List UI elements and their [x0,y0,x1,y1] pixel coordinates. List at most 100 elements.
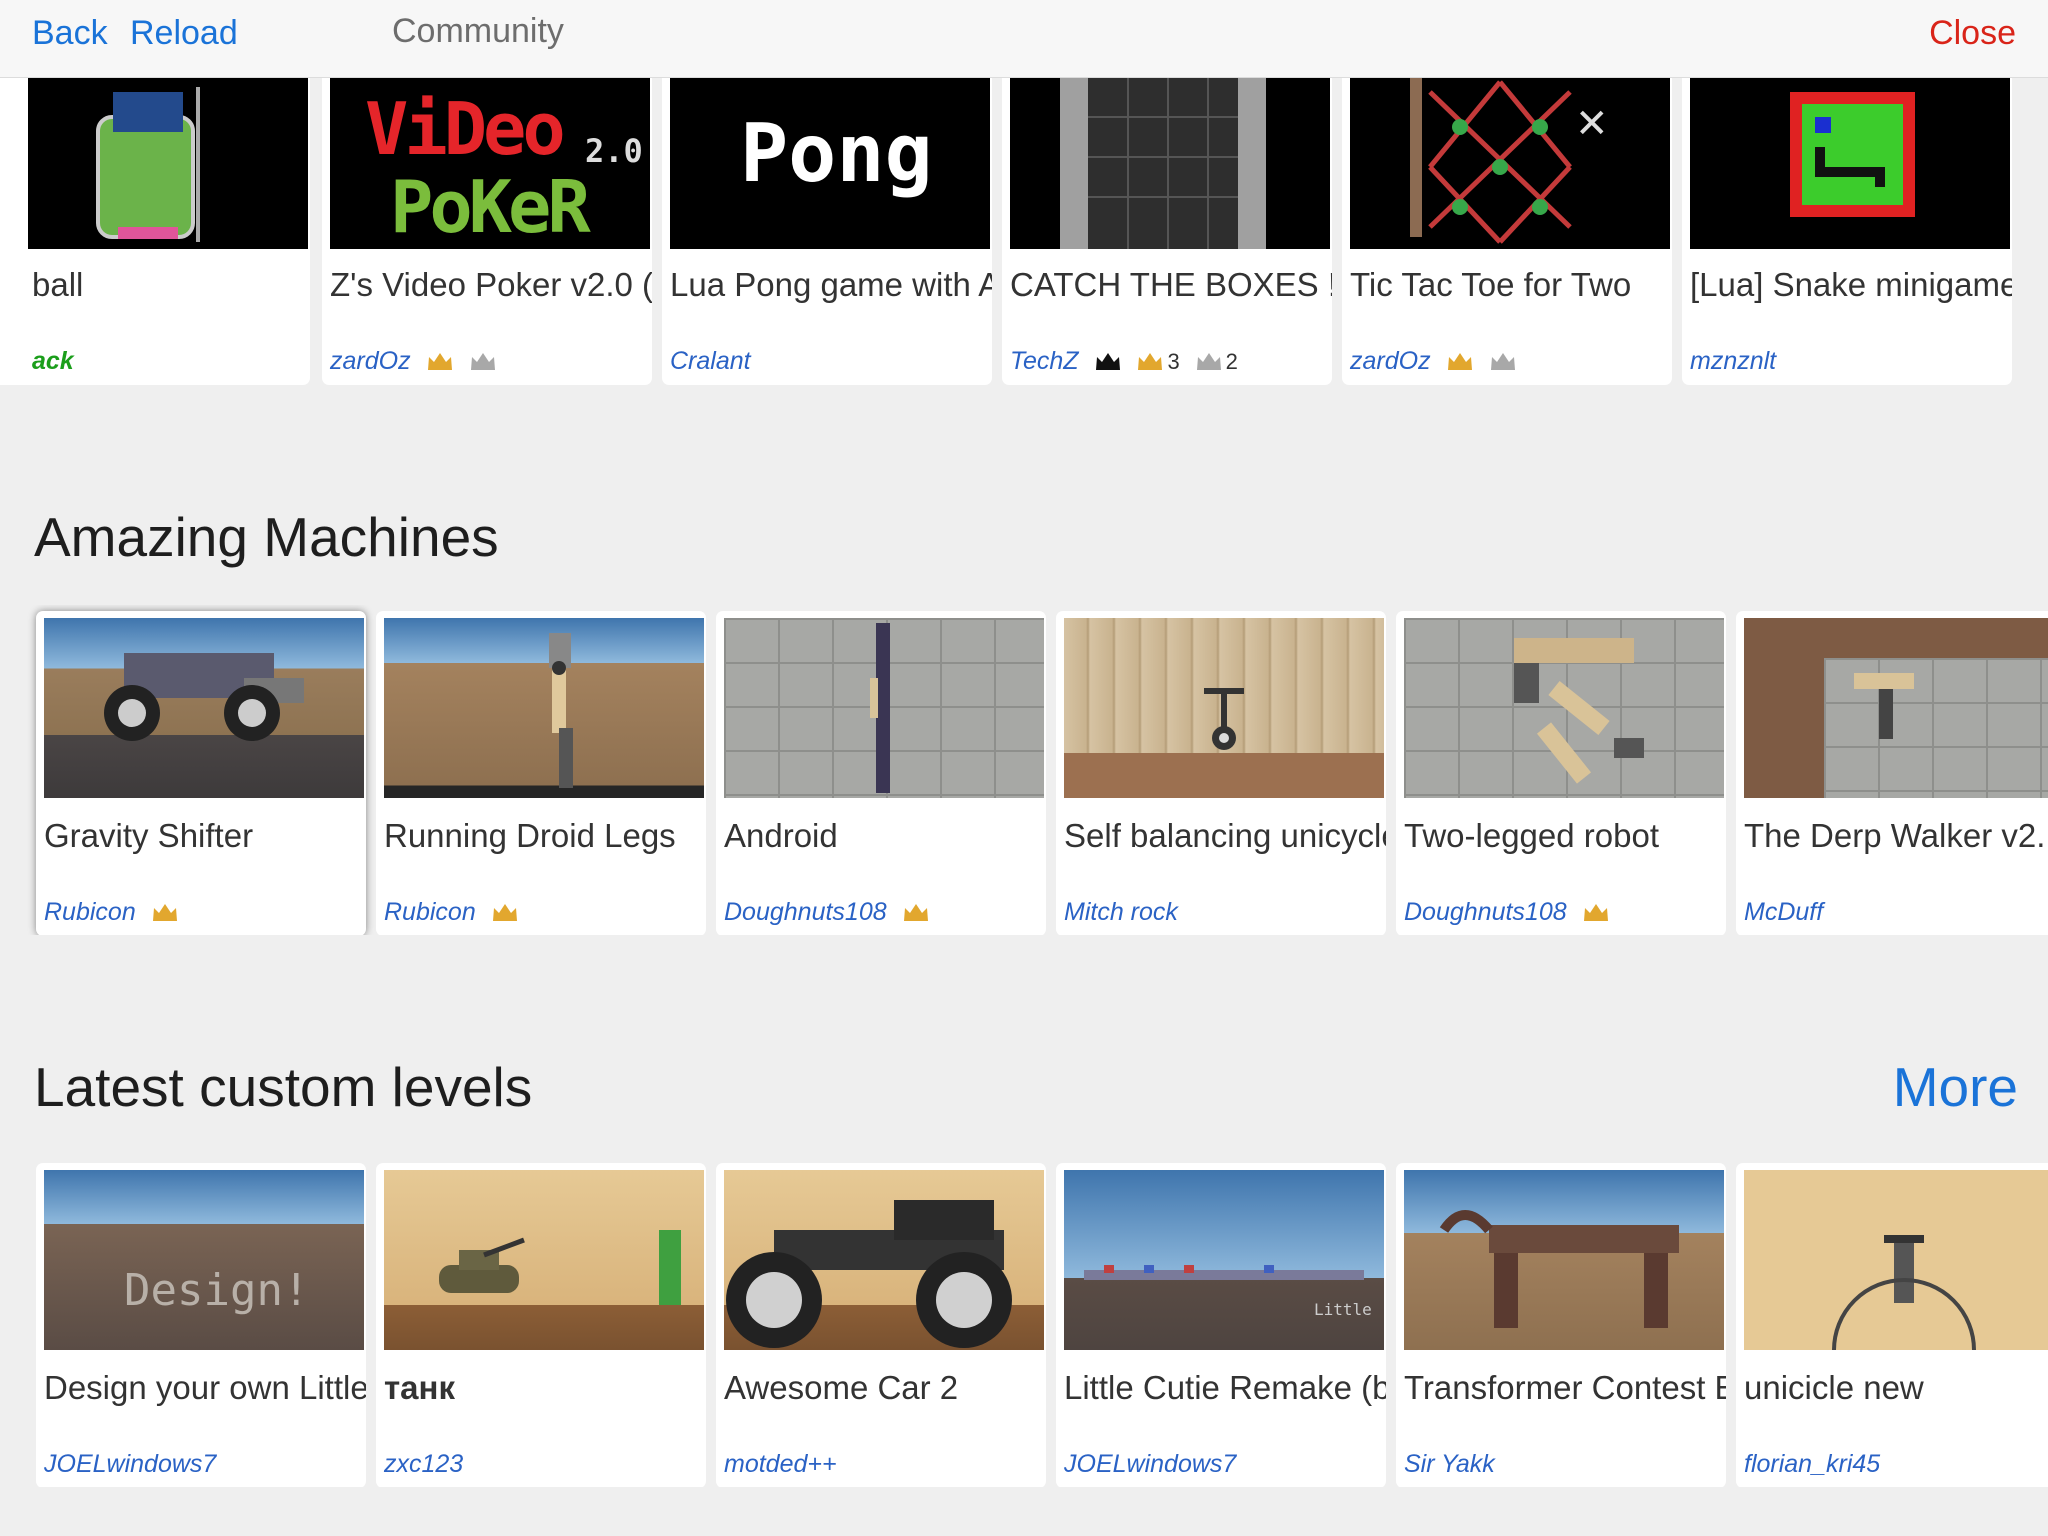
level-thumbnail [384,618,704,798]
level-title: Running Droid Legs [384,817,676,854]
level-thumbnail: ✕ [1350,77,1670,249]
silver-crown-icon [1195,350,1223,372]
level-author[interactable]: Rubicon [384,898,519,927]
level-title: Z's Video Poker v2.0 (fi [330,266,652,303]
level-author[interactable]: Cralant [670,347,751,376]
reload-button[interactable]: Reload [130,14,238,53]
level-card[interactable]: танк zxc123 [376,1163,706,1487]
level-card[interactable]: Transformer Contest E Sir Yakk [1396,1163,1726,1487]
level-title: Tic Tac Toe for Two [1350,266,1632,303]
level-thumbnail [1690,77,2010,249]
level-card[interactable]: Awesome Car 2 motded++ [716,1163,1046,1487]
author-name: Rubicon [44,898,136,926]
level-card[interactable]: ViDeo 2.0 PoKeR Z's Video Poker v2.0 (fi… [322,70,652,385]
gold-crown-icon [1446,350,1474,372]
level-title: Design your own Little [44,1369,366,1406]
levels-row: Design! Design your own Little JOELwindo… [0,1157,2048,1487]
level-title: Self balancing unicycle [1064,817,1386,854]
machine-card[interactable]: Self balancing unicycle Mitch rock [1056,611,1386,935]
level-author[interactable]: JOELwindows7 [44,1450,216,1479]
level-title: Lua Pong game with AI [670,266,992,303]
level-author[interactable]: Doughnuts108 [1404,898,1610,927]
black-crown-icon [1094,350,1122,372]
gold-crown-icon [151,901,179,923]
level-card[interactable]: [Lua] Snake minigame mznznlt [1682,70,2012,385]
machines-row: Gravity Shifter Rubicon Running Droid Le… [0,605,2048,935]
level-author[interactable]: zardOz [330,347,497,376]
level-title: [Lua] Snake minigame [1690,266,2012,303]
author-name: Doughnuts108 [724,898,887,926]
thumbnail-subtext: 2.0 [585,132,643,170]
level-author[interactable]: Sir Yakk [1404,1450,1495,1479]
level-thumbnail [1744,1170,2048,1350]
level-title: Android [724,817,838,854]
machine-card[interactable]: The Derp Walker v2. McDuff [1736,611,2048,935]
machine-card[interactable]: Gravity Shifter Rubicon [36,611,366,935]
author-name: zardOz [330,347,411,375]
level-title: Transformer Contest E [1404,1369,1726,1406]
level-thumbnail [44,618,364,798]
level-author[interactable]: mznznlt [1690,347,1776,376]
level-author[interactable]: zxc123 [384,1450,463,1479]
back-button[interactable]: Back [32,14,108,53]
level-thumbnail: ViDeo 2.0 PoKeR [330,77,650,249]
author-name: Rubicon [384,898,476,926]
gold-crown-icon [1136,350,1164,372]
gold-count: 3 [1167,349,1180,374]
level-author[interactable]: zardOz [1350,347,1517,376]
more-button[interactable]: More [1893,1055,2018,1119]
level-thumbnail [724,618,1044,798]
level-thumbnail [28,77,308,249]
close-button[interactable]: Close [1929,14,2016,53]
section-title-levels: Latest custom levels [34,1056,533,1118]
level-card[interactable]: Little Little Cutie Remake (by JOELwindo… [1056,1163,1386,1487]
level-card[interactable]: unicicle new florian_kri45 [1736,1163,2048,1487]
author-name: zardOz [1350,347,1431,375]
thumbnail-text: Design! [124,1265,310,1316]
level-thumbnail: Design! [44,1170,364,1350]
level-thumbnail: Little [1064,1170,1384,1350]
level-card[interactable]: Design! Design your own Little JOELwindo… [36,1163,366,1487]
author-name: Doughnuts108 [1404,898,1567,926]
thumbnail-text: Pong [740,107,933,200]
silver-crown-icon [1489,350,1517,372]
level-card[interactable]: CATCH THE BOXES ! SI TechZ 3 2 [1002,70,1332,385]
svg-text:✕: ✕ [1575,101,1609,147]
level-author[interactable]: McDuff [1744,898,1823,927]
level-author[interactable]: florian_kri45 [1744,1450,1880,1479]
level-author[interactable]: TechZ 3 2 [1010,347,1238,376]
level-card[interactable]: Pong Lua Pong game with AI Cralant [662,70,992,385]
silver-count: 2 [1225,349,1238,374]
machine-card[interactable]: Android Doughnuts108 [716,611,1046,935]
level-author[interactable]: Rubicon [44,898,179,927]
thumbnail-text: Little [1314,1300,1372,1319]
level-title: unicicle new [1744,1369,1924,1406]
level-author[interactable]: Mitch rock [1064,898,1178,927]
gold-crown-icon [426,350,454,372]
level-thumbnail [1010,77,1330,249]
level-title: танк [384,1369,455,1406]
gold-crown-icon [902,901,930,923]
level-title: ball [32,266,84,303]
level-thumbnail [1744,618,2048,798]
machine-card[interactable]: Two-legged robot Doughnuts108 [1396,611,1726,935]
level-author[interactable]: Doughnuts108 [724,898,930,927]
level-card[interactable]: ball ack [0,70,310,385]
silver-crown-icon [469,350,497,372]
level-thumbnail [1064,618,1384,798]
level-author[interactable]: JOELwindows7 [1064,1450,1236,1479]
navigation-bar: Back Reload Community Close [0,0,2048,78]
level-title: CATCH THE BOXES ! SI [1010,266,1332,303]
level-thumbnail [384,1170,704,1350]
level-author[interactable]: ack [32,347,74,376]
featured-row: ball ack ViDeo 2.0 PoKeR Z's Video Poker… [0,70,2048,400]
machine-card[interactable]: Running Droid Legs Rubicon [376,611,706,935]
level-thumbnail [1404,1170,1724,1350]
section-title-machines: Amazing Machines [34,506,499,568]
thumbnail-text: ViDeo [365,87,566,171]
level-title: Little Cutie Remake (by [1064,1369,1386,1406]
level-title: Awesome Car 2 [724,1369,959,1406]
level-author[interactable]: motded++ [724,1450,837,1479]
level-card[interactable]: ✕ Tic Tac Toe for Two zardOz [1342,70,1672,385]
thumbnail-text-2: PoKeR [390,165,591,249]
